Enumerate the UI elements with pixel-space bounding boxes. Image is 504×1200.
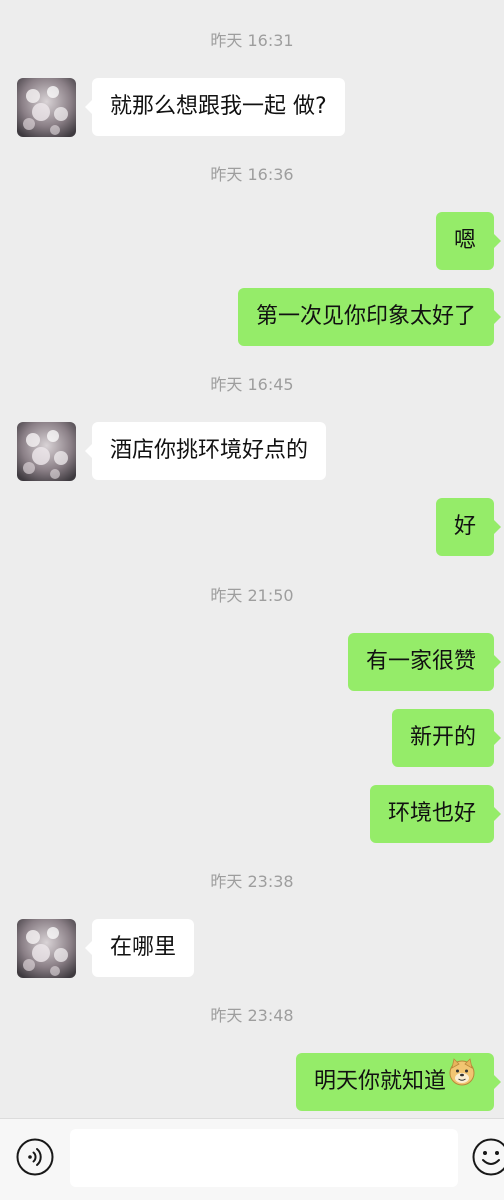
outgoing-message[interactable]: 环境也好	[369, 785, 502, 843]
outgoing-message[interactable]: 嗯	[435, 212, 502, 270]
timestamp: 昨天 23:48	[210, 1006, 294, 1025]
outgoing-message[interactable]: 明天你就知道	[295, 1051, 502, 1111]
input-bar	[0, 1118, 504, 1200]
outgoing-message[interactable]: 第一次见你印象太好了	[237, 288, 502, 346]
incoming-message[interactable]: 酒店你挑环境好点的	[84, 422, 327, 480]
message-input[interactable]	[70, 1129, 458, 1187]
outgoing-message[interactable]: 有一家很赞	[347, 633, 502, 691]
doge-emoji-icon	[448, 1051, 476, 1109]
timestamp: 昨天 16:45	[210, 375, 294, 394]
contact-avatar[interactable]	[17, 422, 76, 481]
outgoing-message-text: 明天你就知道	[313, 1069, 446, 1094]
outgoing-message[interactable]: 新开的	[391, 709, 502, 767]
timestamp: 昨天 16:31	[210, 31, 294, 50]
timestamp: 昨天 23:38	[210, 872, 294, 891]
incoming-message[interactable]: 就那么想跟我一起 做?	[85, 78, 345, 136]
voice-icon[interactable]	[16, 1138, 54, 1176]
outgoing-message[interactable]: 好	[435, 498, 502, 556]
chat-history[interactable]: 昨天 16:31 就那么想跟我一起 做? 昨天 16:36 嗯 第一次见你印象太…	[0, 0, 504, 1118]
smiley-icon[interactable]	[472, 1138, 504, 1176]
contact-avatar[interactable]	[17, 919, 76, 978]
contact-avatar[interactable]	[17, 78, 76, 137]
incoming-message[interactable]: 在哪里	[84, 919, 195, 977]
timestamp: 昨天 21:50	[210, 586, 294, 605]
timestamp: 昨天 16:36	[210, 165, 294, 184]
